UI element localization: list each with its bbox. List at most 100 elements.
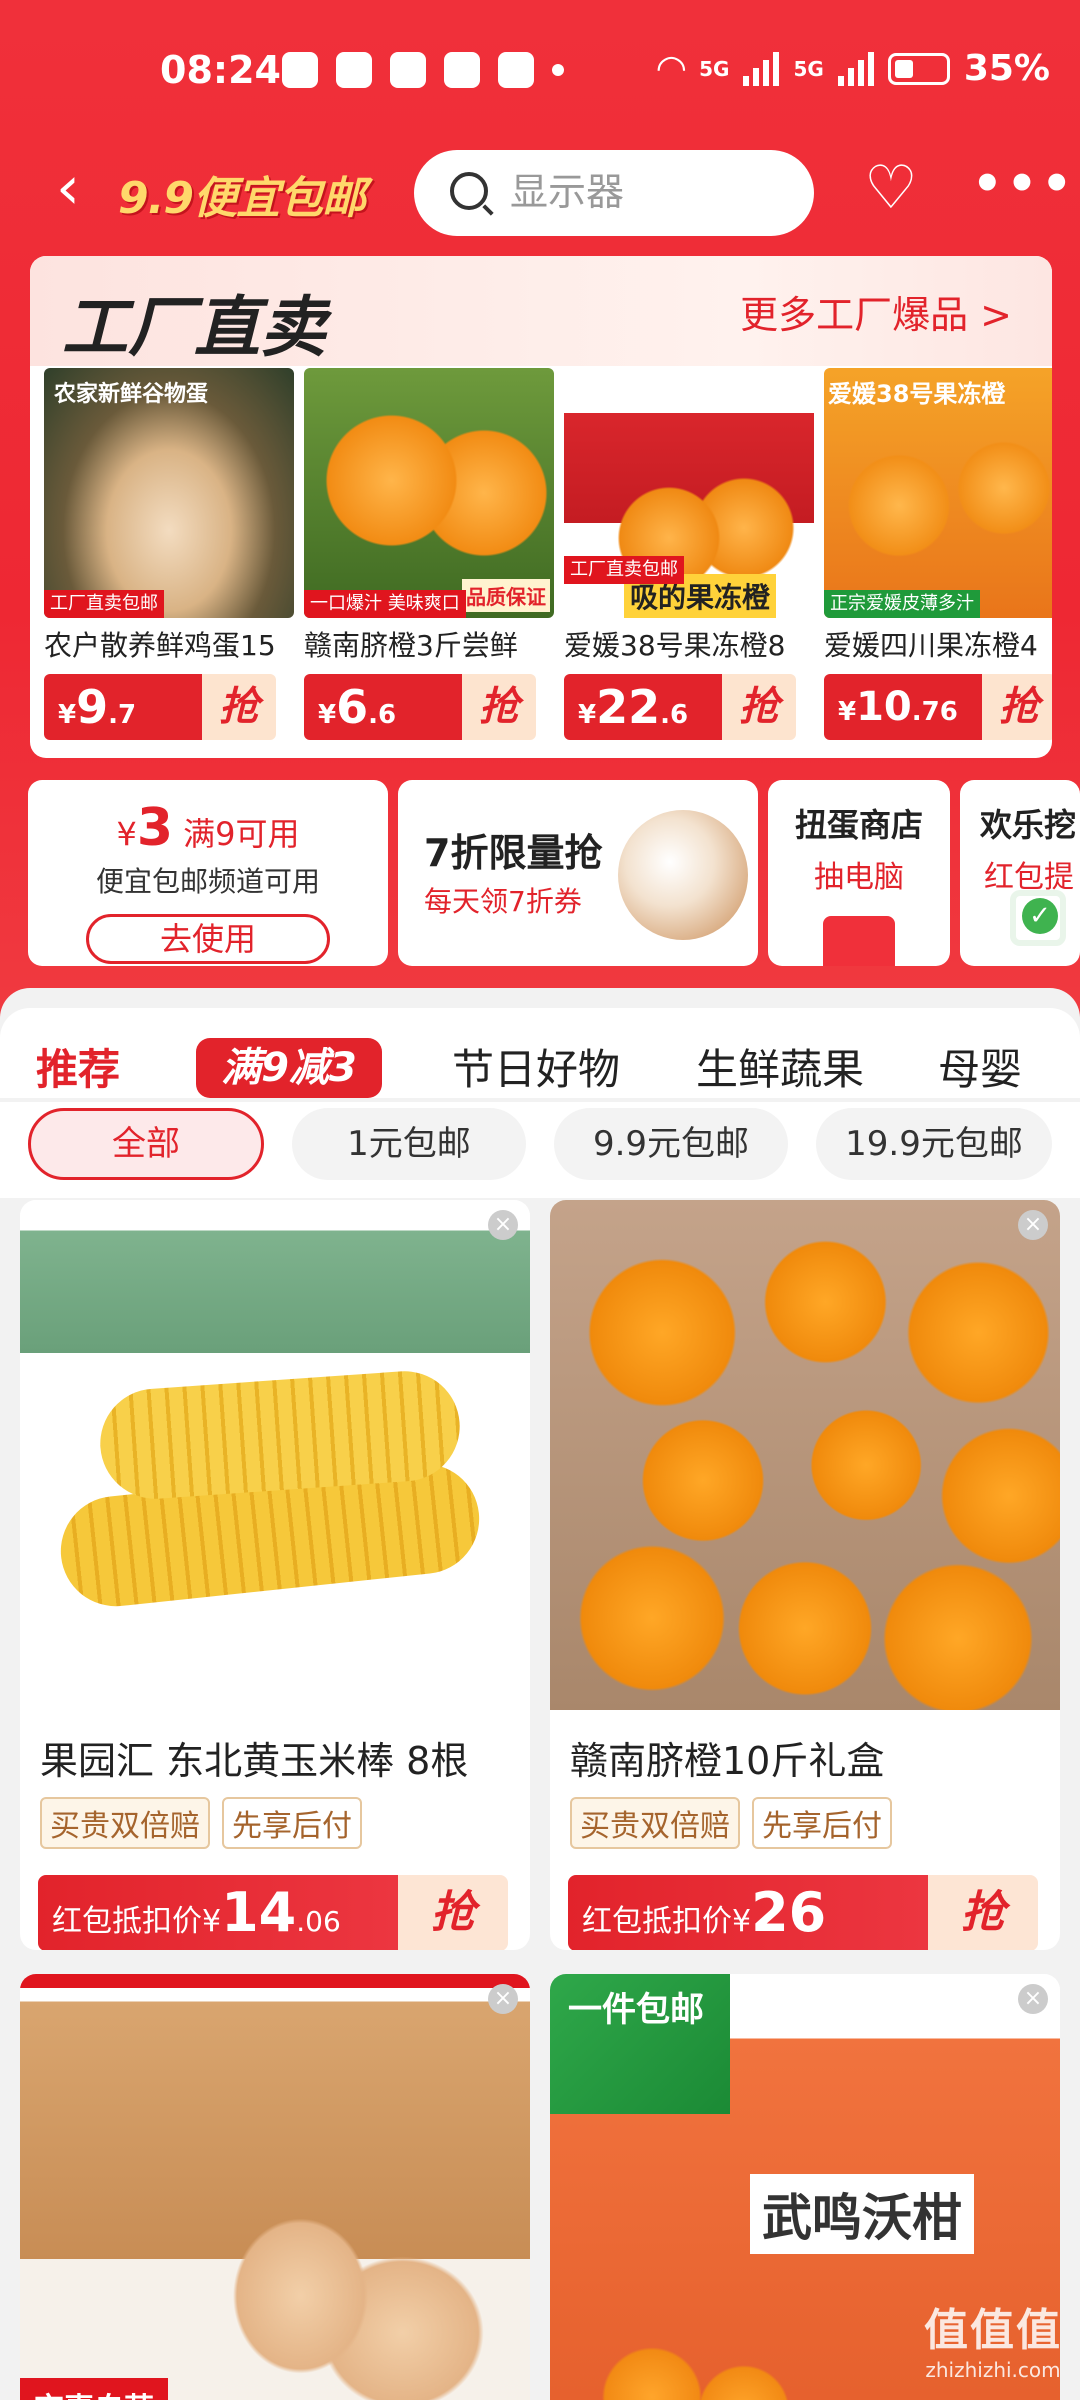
tab-holiday-goods[interactable]: 节日好物: [452, 1036, 620, 1097]
product-tag: 正宗爱媛皮薄多汁: [824, 590, 980, 618]
search-box[interactable]: [414, 150, 814, 236]
battery-percent: 35%: [963, 48, 1050, 89]
coupon-description: 便宜包邮频道可用: [95, 865, 320, 898]
tab-mother-baby[interactable]: 母婴: [938, 1036, 1022, 1097]
coupon-card[interactable]: ¥3 满9可用 便宜包邮频道可用 去使用: [28, 780, 388, 966]
tab-recommend[interactable]: 推荐: [36, 1036, 120, 1109]
red-envelope-icon: [823, 916, 895, 966]
price-label: 红包抵扣价¥: [52, 1904, 222, 1939]
buy-button[interactable]: 红包抵扣价¥26 抢: [568, 1875, 1038, 1950]
product-card[interactable]: × 京喜自营: [20, 1974, 530, 2400]
factory-product[interactable]: 农家新鲜谷物蛋 工厂直卖包邮 农户散养鲜鸡蛋15 ¥9.7 抢: [44, 368, 294, 740]
close-icon[interactable]: ×: [1018, 1984, 1048, 2014]
status-time: 08:24: [160, 48, 281, 92]
grab-label: 抢: [722, 674, 796, 740]
product-image: ×: [550, 1200, 1060, 1710]
chip-19-9-yuan[interactable]: 19.9元包邮: [816, 1108, 1052, 1180]
notification-icons: [282, 52, 534, 88]
tab-fresh-produce[interactable]: 生鲜蔬果: [696, 1036, 864, 1097]
filter-chips: 全部 1元包邮 9.9元包邮 19.9元包邮: [0, 1102, 1080, 1198]
buy-button[interactable]: ¥22.6 抢: [564, 674, 796, 740]
app-notification-icon: [444, 52, 480, 88]
product-tag: 京喜自营: [20, 2378, 168, 2400]
tab-promo-badge[interactable]: 满9减3: [196, 1038, 382, 1098]
product-tag: 工厂直卖包邮: [44, 590, 164, 618]
factory-product[interactable]: 品质保证 一口爆汁 美味爽口 赣南脐橙3斤尝鲜 ¥6.6 抢: [304, 368, 554, 740]
flash-sale-card[interactable]: 7折限量抢 每天领7折券: [398, 780, 758, 966]
status-bar: 08:24 ◠ 5G 5G 35%: [0, 0, 1080, 140]
gacha-shop-card[interactable]: 扭蛋商店 抽电脑: [768, 780, 950, 966]
factory-title: 工厂直卖: [62, 289, 326, 366]
back-arrow-icon[interactable]: ‹: [56, 158, 80, 218]
site-watermark: 值值值 zhizhizhi.com: [924, 2294, 1062, 2382]
app-notification-icon: [282, 52, 318, 88]
coupon-condition: 满9可用: [183, 815, 300, 853]
factory-product[interactable]: 吸的果冻橙 工厂直卖包邮 爱媛38号果冻橙8 ¥22.6 抢: [564, 368, 814, 740]
more-notifications-dot: [552, 64, 564, 76]
factory-more-link[interactable]: 更多工厂爆品 >: [740, 284, 1012, 339]
chip-all[interactable]: 全部: [28, 1108, 264, 1180]
price-integer: 26: [751, 1881, 827, 1944]
product-tag: 一件包邮: [550, 1974, 730, 2114]
product-name: 农户散养鲜鸡蛋15: [44, 629, 276, 662]
flash-sale-title: 7折限量抢: [424, 831, 603, 875]
price-decimal: .6: [660, 700, 689, 730]
product-image-text: 品质保证: [462, 579, 550, 612]
chip-9-9-yuan[interactable]: 9.9元包邮: [554, 1108, 788, 1180]
buy-button[interactable]: ¥9.7 抢: [44, 674, 276, 740]
factory-product[interactable]: 爱媛38号果冻橙 正宗爱媛皮薄多汁 爱媛四川果冻橙4 ¥10.76 抢: [824, 368, 1052, 740]
app-notification-icon: [498, 52, 534, 88]
price-label: 红包抵扣价¥: [582, 1904, 752, 1939]
chip-1-yuan[interactable]: 1元包邮: [292, 1108, 526, 1180]
product-title: 果园汇 东北黄玉米棒 8根: [40, 1739, 469, 1783]
buy-button[interactable]: 红包抵扣价¥14.06 抢: [38, 1875, 508, 1950]
product-image: 吸的果冻橙 工厂直卖包邮: [564, 368, 814, 618]
product-card[interactable]: × 赣南脐橙10斤礼盒 买贵双倍赔 先享后付 红包抵扣价¥26 抢: [550, 1200, 1060, 1950]
price-integer: 14: [221, 1881, 297, 1944]
gacha-title: 扭蛋商店: [794, 806, 923, 844]
more-menu-icon[interactable]: •••: [972, 156, 1076, 212]
product-price: ¥10.76: [824, 674, 982, 740]
app-notification-icon: [336, 52, 372, 88]
app-notification-icon: [390, 52, 426, 88]
egg-image: [618, 810, 748, 940]
channel-logo: 9.9便宜包邮: [118, 173, 366, 224]
product-name: 爱媛四川果冻橙4: [824, 629, 1038, 662]
box-label: 武鸣沃柑: [750, 2174, 974, 2254]
happy-title: 欢乐挖: [980, 806, 1077, 844]
discount-price: 红包抵扣价¥14.06: [38, 1875, 398, 1950]
badge-pay-later: 先享后付: [222, 1797, 362, 1849]
price-integer: 22: [596, 680, 661, 734]
wifi-icon: ◠: [657, 48, 686, 89]
product-image: 爱媛38号果冻橙 正宗爱媛皮薄多汁: [824, 368, 1052, 618]
grab-label: 抢: [462, 674, 536, 740]
network-label-2: 5G: [793, 56, 824, 81]
product-price: ¥9.7: [44, 674, 202, 740]
close-icon[interactable]: ×: [488, 1210, 518, 1240]
watermark-logo: 值值值: [924, 2305, 1062, 2356]
product-image: 品质保证 一口爆汁 美味爽口: [304, 368, 554, 618]
product-name: 赣南脐橙3斤尝鲜: [304, 629, 518, 662]
product-card[interactable]: × 果园汇 东北黄玉米棒 8根 买贵双倍赔 先享后付 红包抵扣价¥14.06 抢: [20, 1200, 530, 1950]
buy-button[interactable]: ¥6.6 抢: [304, 674, 536, 740]
network-label-1: 5G: [699, 56, 730, 81]
factory-product-list: 农家新鲜谷物蛋 工厂直卖包邮 农户散养鲜鸡蛋15 ¥9.7 抢 品质保证 一口爆…: [44, 368, 1052, 740]
discount-price: 红包抵扣价¥26: [568, 1875, 928, 1950]
grab-label: 抢: [202, 674, 276, 740]
close-icon[interactable]: ×: [488, 1984, 518, 2014]
watermark-url: zhizhizhi.com: [925, 2358, 1061, 2382]
product-image-text: 农家新鲜谷物蛋: [54, 382, 209, 407]
happy-dig-card[interactable]: 欢乐挖 红包提: [960, 780, 1080, 966]
use-coupon-button[interactable]: 去使用: [86, 914, 330, 964]
badge-price-guarantee: 买贵双倍赔: [570, 1797, 740, 1849]
close-icon[interactable]: ×: [1018, 1210, 1048, 1240]
buy-button[interactable]: ¥10.76 抢: [824, 674, 1052, 740]
favorite-heart-icon[interactable]: ♡: [864, 158, 918, 218]
grab-label: 抢: [398, 1875, 508, 1950]
price-decimal: .76: [911, 697, 958, 727]
gacha-subtitle: 抽电脑: [814, 860, 904, 895]
product-price: ¥6.6: [304, 674, 462, 740]
badge-price-guarantee: 买贵双倍赔: [40, 1797, 210, 1849]
service-badges: 买贵双倍赔 先享后付: [40, 1797, 530, 1849]
search-input[interactable]: [510, 166, 790, 218]
